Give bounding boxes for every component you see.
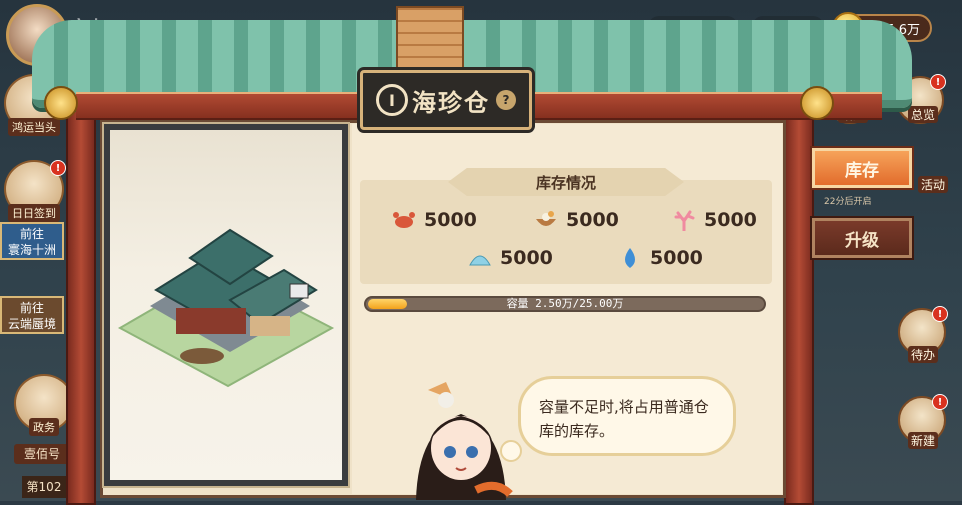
tab-label: 库存 [845,160,879,181]
notification-dot: ! [50,160,66,176]
crate-stack-icon [396,6,464,70]
shell-icon [469,255,491,266]
pearl-bowl-icon [536,211,556,226]
stock-value: 5000 [650,247,703,269]
sidebar-label: 待办 [908,346,939,363]
goto-label: 云端蜃境 [7,317,56,331]
tip-speech-bubble: 容量不足时,将占用普通仓库的库存。 [518,376,736,456]
tab-label: 升级 [845,230,879,251]
help-button[interactable]: ? [496,90,516,110]
left-pillar [66,100,96,505]
stock-value: 5000 [704,209,757,231]
stock-value: 5000 [424,209,477,231]
stock-item-coral: 5000 [672,206,757,234]
capacity-label: 容量 2.50万/25.00万 [506,297,624,310]
right-pillar [784,100,814,505]
npc-portrait-icon [416,382,513,500]
goto-label: 寰海十洲 [7,243,56,257]
sidebar-item-rank[interactable]: 第102 [22,476,66,498]
goto-button-2[interactable]: 前往 云端蜃境 [0,296,64,334]
sidebar-label: 新建 [908,432,939,449]
sidebar-label: 鸿运当头 [8,118,60,136]
stock-item-crab: 5000 [392,206,477,234]
goto-label: 前往 [19,227,44,241]
tab-inventory[interactable]: 库存 [812,148,912,188]
sidebar-label: 日日签到 [8,204,60,222]
stock-value: 5000 [500,247,553,269]
notification-dot: ! [932,306,948,322]
stock-item-water: 5000 [618,244,703,272]
npc-character [406,370,516,501]
sidebar-label: 总览 [908,106,939,123]
sidebar-label: 政务 [29,418,59,436]
building-illustration [102,122,350,488]
sidebar-item-affairs[interactable]: 政务 [14,374,74,436]
stock-value: 5000 [566,209,619,231]
notification-dot: ! [930,74,946,90]
sidebar-item-number[interactable]: 壹佰号 [14,444,70,464]
stock-header: 库存情况 [448,168,684,196]
building-title-plate: I 海珍仓 ? [360,70,532,130]
building-title: 海珍仓 [412,88,490,117]
tab-upgrade[interactable]: 升级 [812,218,912,258]
coin-ornament-icon [800,86,834,120]
capacity-bar: 容量 2.50万/25.00万 [364,296,766,312]
water-drop-icon [625,248,635,268]
crab-icon [393,212,415,228]
sidebar-label-activity[interactable]: 活动 [918,176,949,193]
notification-dot: ! [932,394,948,410]
goto-button-1[interactable]: 前往 寰海十洲 [0,222,64,260]
level-badge: I [376,84,408,116]
warehouse-building-icon [117,228,335,388]
speech-bubble-tail [500,440,522,462]
coin-ornament-icon [44,86,78,120]
stock-item-pearl-bowl: 5000 [534,206,619,234]
stock-item-shell: 5000 [468,244,553,272]
coral-icon [674,210,695,231]
goto-label: 前往 [19,301,44,315]
tab-note: 22分后开启 [824,197,872,207]
